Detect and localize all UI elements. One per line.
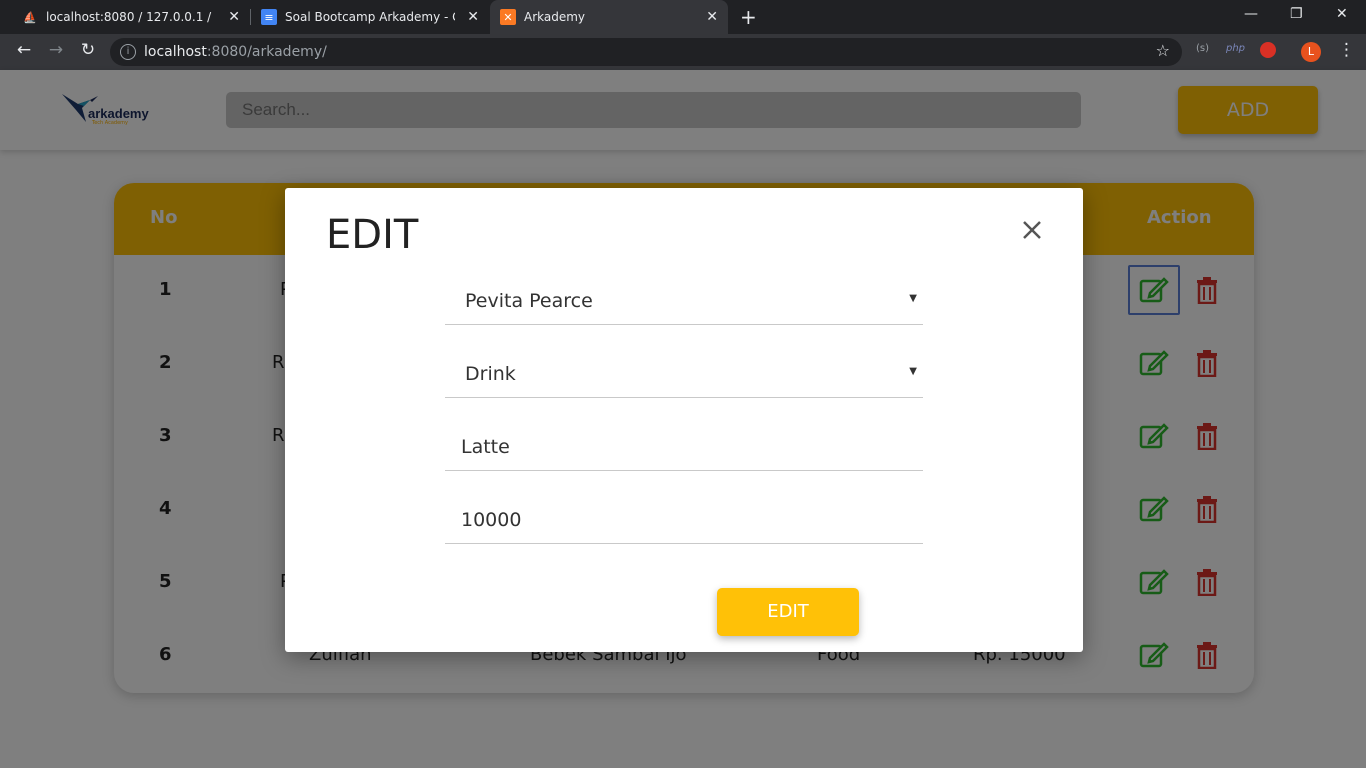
site-info-icon[interactable]: i (120, 44, 136, 60)
phpmyadmin-icon: ⛵ (23, 10, 37, 24)
minimize-icon[interactable]: — (1244, 6, 1258, 22)
tab-phpmyadmin[interactable]: ⛵ localhost:8080 / 127.0.0.1 / posdb ✕ (12, 0, 250, 34)
forward-icon[interactable]: → (44, 40, 68, 60)
browser-toolbar: ← → ↻ i localhost:8080/arkademy/ ☆ (s) p… (0, 34, 1366, 70)
extension-php-icon[interactable]: php (1226, 43, 1245, 54)
browser-menu-icon[interactable]: ⋮ (1338, 40, 1355, 60)
back-icon[interactable]: ← (12, 40, 36, 60)
dropdown-caret-icon: ▼ (909, 366, 917, 377)
window-close-icon[interactable]: ✕ (1336, 6, 1348, 22)
browser-tab-bar: ⛵ localhost:8080 / 127.0.0.1 / posdb ✕ ≡… (0, 0, 1366, 34)
restore-icon[interactable]: ❐ (1290, 6, 1303, 22)
close-tab-icon[interactable]: ✕ (228, 9, 240, 25)
extension-adblock-icon[interactable] (1260, 42, 1276, 58)
xampp-icon: ✕ (500, 9, 516, 25)
new-tab-button[interactable]: + (740, 5, 757, 29)
address-bar[interactable]: i localhost:8080/arkademy/ ☆ (110, 38, 1182, 66)
close-icon[interactable] (1018, 216, 1046, 244)
tab-arkademy[interactable]: ✕ Arkademy ✕ (490, 0, 728, 34)
close-tab-icon[interactable]: ✕ (706, 9, 718, 25)
google-docs-icon: ≡ (261, 9, 277, 25)
tab-google-docs[interactable]: ≡ Soal Bootcamp Arkademy - Goog ✕ (251, 0, 489, 34)
bookmark-star-icon[interactable]: ☆ (1156, 41, 1170, 60)
dropdown-caret-icon: ▼ (909, 293, 917, 304)
profile-avatar[interactable]: L (1301, 42, 1321, 62)
reload-icon[interactable]: ↻ (76, 40, 100, 60)
edit-modal: EDIT Pevita Pearce ▼ Drink ▼ Latte 10000… (285, 188, 1083, 652)
modal-title: EDIT (326, 212, 419, 258)
category-select[interactable]: Drink ▼ (445, 357, 923, 398)
close-tab-icon[interactable]: ✕ (467, 9, 479, 25)
cashier-select[interactable]: Pevita Pearce ▼ (445, 284, 923, 325)
extension-s-icon[interactable]: (s) (1196, 43, 1209, 54)
edit-submit-button[interactable]: EDIT (717, 588, 859, 636)
product-name-input[interactable]: Latte (445, 430, 923, 471)
url-text: localhost:8080/arkademy/ (144, 44, 327, 60)
price-input[interactable]: 10000 (445, 503, 923, 544)
